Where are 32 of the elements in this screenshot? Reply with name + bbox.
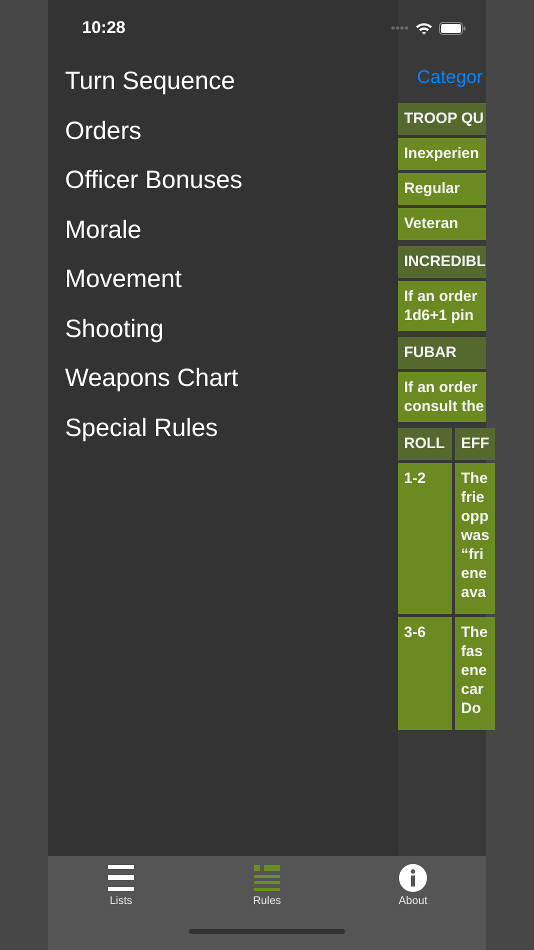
tab[interactable]: Lists: [48, 856, 194, 907]
menu-item[interactable]: Turn Sequence: [65, 64, 398, 114]
table-cell: If an order consult the: [398, 372, 486, 422]
column-header: EFF: [455, 428, 496, 460]
tab[interactable]: About: [340, 856, 486, 907]
table-cell[interactable]: Inexperien: [398, 138, 486, 170]
table-cell: 3-6: [398, 617, 452, 730]
column-header: ROLL: [398, 428, 452, 460]
table-cell: If an order 1d6+1 pin: [398, 281, 486, 331]
table-cell: 1-2: [398, 463, 452, 614]
status-time: 10:28: [82, 18, 126, 38]
menu-item[interactable]: Movement: [65, 262, 398, 312]
table-cell: The fas ene car Do: [455, 617, 496, 730]
menu-item[interactable]: Special Rules: [65, 410, 398, 460]
menu-item[interactable]: Weapons Chart: [65, 361, 398, 410]
info-icon: [399, 864, 427, 892]
menu-item[interactable]: Shooting: [65, 312, 398, 361]
table-cell[interactable]: Regular: [398, 173, 486, 205]
table-header: FUBAR: [398, 337, 486, 369]
wifi-icon: [415, 22, 433, 34]
rules-icon: [253, 864, 281, 892]
table-cell[interactable]: Veteran: [398, 208, 486, 240]
menu-item[interactable]: Orders: [65, 114, 398, 163]
table-header: INCREDIBL: [398, 246, 486, 278]
table-header: TROOP QU: [398, 103, 486, 135]
table-cell: The frie opp was “fri ene ava: [455, 463, 496, 614]
menu-item[interactable]: Morale: [65, 212, 398, 262]
list-icon: [107, 864, 135, 892]
menu-item[interactable]: Officer Bonuses: [65, 163, 398, 212]
tab[interactable]: Rules: [194, 856, 340, 907]
signal-icon: [391, 26, 409, 30]
battery-icon: [439, 22, 466, 34]
